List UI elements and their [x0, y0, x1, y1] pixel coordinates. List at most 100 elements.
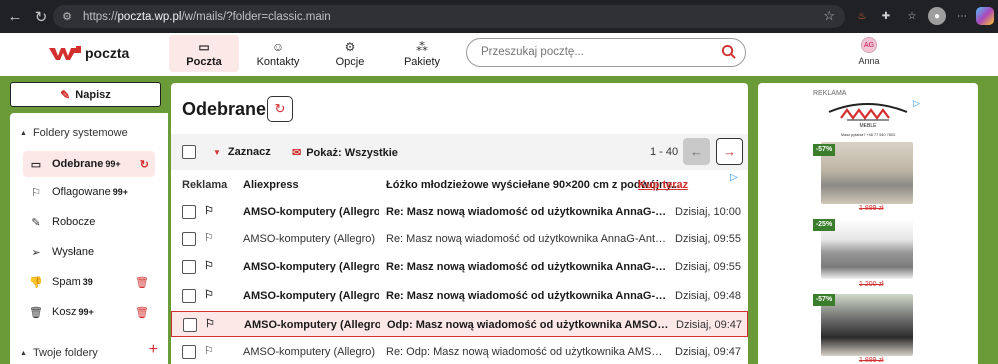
previous-page-button[interactable]: ←: [683, 138, 710, 165]
tab-opcje[interactable]: ⚙ Opcje: [315, 35, 385, 72]
arrow-right-icon: →: [723, 144, 736, 159]
folder-wyslane[interactable]: ➢ Wysłane: [23, 239, 155, 265]
select-all-checkbox[interactable]: [182, 145, 196, 159]
folder-label: Spam: [52, 276, 81, 288]
row-checkbox[interactable]: [182, 345, 196, 359]
user-name: Anna: [858, 56, 880, 66]
collapse-triangle-icon: ▲: [20, 129, 27, 137]
flag-icon[interactable]: ⚐: [204, 288, 214, 301]
avatar: AG: [861, 37, 877, 53]
flag-icon[interactable]: ⚐: [204, 231, 214, 244]
message-subject: Re: Masz nową wiadomość od użytkownika A…: [386, 290, 670, 302]
draft-icon: ✎: [31, 216, 41, 229]
sponsored-subject: Łóżko młodzieżowe wyściełane 90×200 cm z…: [386, 179, 681, 191]
folder-odebrane[interactable]: ▭ Odebrane 99+ ↻: [23, 151, 155, 177]
empty-spam-icon[interactable]: 🗑: [135, 276, 149, 289]
profile-icon[interactable]: ●: [928, 7, 946, 25]
back-icon[interactable]: ←: [4, 6, 26, 28]
tab-pakiety-label: Pakiety: [403, 55, 441, 68]
system-folders-toggle[interactable]: ▲ Foldery systemowe: [20, 127, 128, 139]
product-image-bed-1[interactable]: -57%: [813, 142, 913, 204]
sponsored-label: Reklama: [182, 179, 228, 191]
wp-logo-icon: [49, 46, 81, 60]
wp-poczta-logo[interactable]: poczta: [48, 44, 129, 62]
ad-brand: MEBLE: [860, 123, 878, 129]
mail-toolbar: ▼ Zaznacz ✉ Pokaż: Wszystkie 1 - 40 ← →: [171, 134, 748, 170]
tab-poczta[interactable]: ▭ Poczta: [169, 35, 239, 72]
tab-pakiety[interactable]: ⁂ Pakiety: [387, 35, 457, 72]
pen-icon: ✎: [60, 87, 71, 102]
copilot-icon[interactable]: [976, 7, 994, 25]
tab-poczta-label: Poczta: [186, 55, 222, 68]
search-input[interactable]: [481, 46, 711, 58]
table-row[interactable]: ⚐ AMSO-komputery (Allegro) Re: Odp: Masz…: [171, 339, 748, 364]
user-menu[interactable]: AG Anna: [853, 37, 885, 66]
message-subject: Re: Masz nową wiadomość od użytkownika A…: [386, 206, 670, 218]
product-image-bed-2[interactable]: -25%: [813, 219, 913, 279]
folder-spam[interactable]: 👎 Spam 39 🗑: [23, 269, 155, 295]
row-checkbox[interactable]: [182, 260, 196, 274]
sponsored-row[interactable]: Reklama Aliexpress Łóżko młodzieżowe wyś…: [171, 172, 748, 196]
select-label: Zaznacz: [227, 146, 271, 158]
adchoices-icon[interactable]: ▷: [730, 172, 738, 183]
app-header: poczta ▭ Poczta ☺ Kontakty ⚙ Opcje ⁂ Pak…: [0, 33, 998, 76]
row-checkbox[interactable]: [182, 232, 196, 246]
extensions-puzzle-icon[interactable]: ✚: [877, 7, 895, 25]
folder-label: Wysłane: [52, 246, 95, 258]
row-checkbox[interactable]: [182, 289, 196, 303]
table-row[interactable]: ⚐ AMSO-komputery (Allegro) Re: Masz nową…: [171, 226, 748, 252]
flag-icon[interactable]: ⚐: [204, 259, 214, 272]
compose-button[interactable]: ✎ Napisz: [10, 82, 161, 107]
tab-kontakty-label: Kontakty: [256, 55, 300, 68]
ad-banner[interactable]: MEBLE Masz pytania? +48 77 540 7803 ▷ -5…: [811, 98, 924, 364]
folder-label: Odebrane: [52, 158, 104, 170]
ad-column: REKLAMA MEBLE Masz pytania? +48 77 540 7…: [758, 83, 978, 364]
tab-kontakty[interactable]: ☺ Kontakty: [243, 35, 313, 72]
filter-dropdown[interactable]: ✉ Pokaż: Wszystkie: [292, 146, 398, 160]
folder-robocze[interactable]: ✎ Robocze: [23, 209, 155, 235]
row-checkbox[interactable]: [182, 205, 196, 219]
sponsored-sender: Aliexpress: [243, 179, 299, 191]
more-menu-icon[interactable]: ⋯: [953, 7, 971, 25]
refresh-button[interactable]: ↻: [267, 96, 293, 122]
extension-flame-icon[interactable]: ♨: [853, 7, 871, 25]
old-price: 1 200 zł: [859, 281, 884, 288]
folder-oflagowane[interactable]: ⚐ Oflagowane 99+: [23, 179, 155, 205]
refresh-icon: ↻: [274, 101, 286, 116]
folder-kosz[interactable]: 🗑 Kosz 99+ 🗑: [23, 299, 155, 325]
refresh-icon[interactable]: ↻: [140, 158, 149, 171]
product-image-bed-3[interactable]: -57%: [813, 294, 913, 356]
add-folder-icon[interactable]: +: [149, 341, 158, 359]
search-icon[interactable]: [721, 44, 736, 59]
trash-icon: 🗑: [29, 306, 43, 319]
tab-opcje-label: Opcje: [335, 55, 365, 68]
sidebar: ✎ Napisz ▲ Foldery systemowe ▭ Odebrane …: [0, 76, 168, 364]
bookmark-star-icon[interactable]: ☆: [823, 8, 835, 24]
site-info-icon[interactable]: ⚙: [59, 9, 75, 25]
empty-trash-icon[interactable]: 🗑: [135, 306, 149, 319]
flag-icon[interactable]: ⚐: [204, 344, 214, 357]
select-dropdown[interactable]: ▼ Zaznacz: [213, 146, 271, 158]
discount-badge: -57%: [813, 144, 835, 156]
table-row[interactable]: ⚐ AMSO-komputery (Allegro) Re: Masz nową…: [171, 283, 748, 309]
adchoices-icon[interactable]: ▷: [913, 98, 924, 108]
table-row[interactable]: ⚐ AMSO-komputery (Allegro) Re: Masz nową…: [171, 254, 748, 280]
flag-icon[interactable]: ⚐: [204, 204, 214, 217]
reload-icon[interactable]: ↻: [30, 6, 52, 28]
page-title: Odebrane: [182, 99, 267, 119]
your-folders-toggle[interactable]: ▲ Twoje foldery: [20, 347, 98, 359]
favorites-icon[interactable]: ☆: [903, 7, 921, 25]
next-page-button[interactable]: →: [716, 138, 743, 165]
table-row[interactable]: ⚐ AMSO-komputery (Allegro) Re: Masz nową…: [171, 199, 748, 225]
system-folders-title: Foldery systemowe: [32, 127, 128, 139]
address-bar[interactable]: ⚙ https://poczta.wp.pl/w/mails/?folder=c…: [53, 5, 845, 28]
search-box[interactable]: [466, 38, 746, 67]
table-row[interactable]: ⚐ AMSO-komputery (Allegro) Odp: Masz now…: [171, 311, 748, 337]
buy-now-link[interactable]: Kup teraz: [638, 179, 688, 191]
message-subject: Odp: Masz nową wiadomość od użytkownika …: [387, 319, 671, 331]
old-price: 1 899 zł: [859, 205, 884, 212]
row-checkbox[interactable]: [183, 318, 197, 332]
inbox-icon: ▭: [30, 158, 42, 171]
flag-icon[interactable]: ⚐: [205, 317, 215, 330]
folder-count: 99+: [112, 187, 128, 197]
